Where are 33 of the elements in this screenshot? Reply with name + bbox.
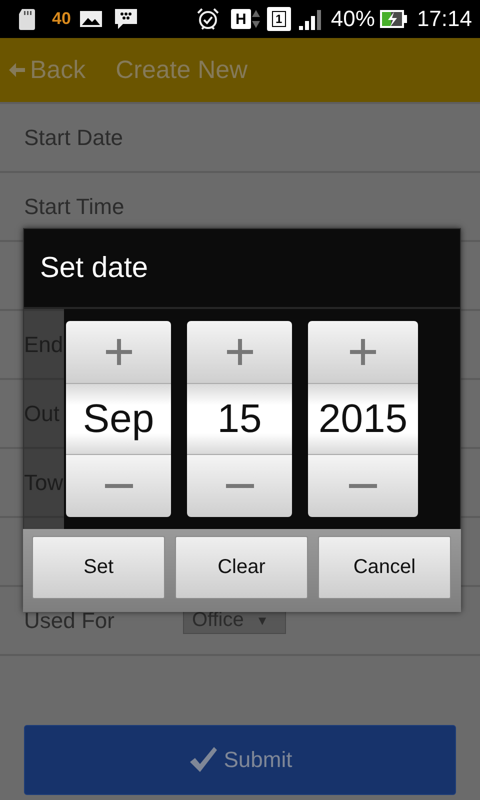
alarm-clock-icon xyxy=(194,6,221,32)
sim-card-icon: 1 xyxy=(266,7,291,31)
field-label: Start Date xyxy=(24,124,124,150)
plus-icon xyxy=(349,338,377,366)
dialog-button[interactable]: Set xyxy=(32,536,165,599)
dialog-title: Set date xyxy=(24,229,460,309)
screen-title: Create New xyxy=(116,56,248,84)
dialog-button[interactable]: Cancel xyxy=(318,536,451,599)
sd-card-icon xyxy=(18,8,36,30)
plus-icon xyxy=(226,338,254,366)
network-type-icon: H xyxy=(230,9,251,29)
signal-icon xyxy=(296,8,323,30)
image-icon xyxy=(78,9,103,29)
minus-icon xyxy=(226,484,254,488)
increment-button[interactable] xyxy=(308,321,418,383)
minus-icon xyxy=(349,484,377,488)
picker-value: Sep xyxy=(66,383,171,455)
clock-time: 17:14 xyxy=(416,6,472,32)
data-arrows-icon xyxy=(250,8,261,30)
field-label: Used For xyxy=(24,608,116,634)
field-label: Start Time xyxy=(24,194,124,220)
notification-count: 40 xyxy=(52,9,71,29)
dialog-button[interactable]: Clear xyxy=(175,536,308,599)
picker-value: 15 xyxy=(187,383,292,455)
back-arrow-icon xyxy=(8,62,26,78)
plus-icon xyxy=(104,338,132,366)
increment-button[interactable] xyxy=(66,321,171,383)
increment-button[interactable] xyxy=(187,321,292,383)
checkmark-icon xyxy=(188,746,218,774)
battery-percent: 40% xyxy=(330,6,375,32)
picker-value: 2015 xyxy=(308,383,418,455)
minus-icon xyxy=(104,484,132,488)
chat-icon xyxy=(112,7,139,31)
